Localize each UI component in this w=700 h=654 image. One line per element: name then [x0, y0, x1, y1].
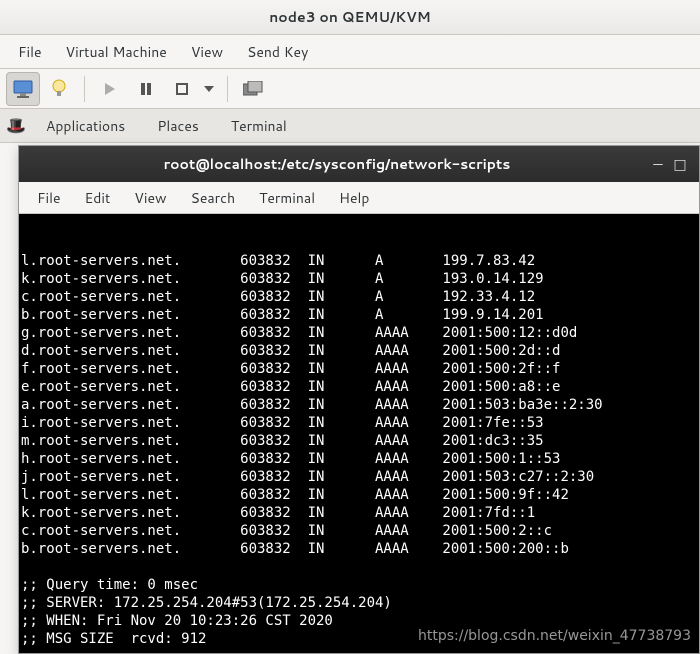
dns-record-line: k.root-servers.net. 603832 IN A 193.0.14…	[21, 270, 699, 288]
dns-record-line: k.root-servers.net. 603832 IN AAAA 2001:…	[21, 504, 699, 522]
desktop-applications[interactable]: Applications	[32, 112, 139, 140]
blank-line	[21, 648, 699, 653]
dns-record-line: c.root-servers.net. 603832 IN AAAA 2001:…	[21, 522, 699, 540]
vm-menu-view[interactable]: View	[179, 36, 235, 68]
dns-record-line: m.root-servers.net. 603832 IN AAAA 2001:…	[21, 432, 699, 450]
vm-toolbar	[0, 69, 700, 109]
dns-record-line: f.root-servers.net. 603832 IN AAAA 2001:…	[21, 360, 699, 378]
minimize-button[interactable]: —	[647, 153, 669, 175]
dns-record-line: a.root-servers.net. 603832 IN AAAA 2001:…	[21, 396, 699, 414]
details-button[interactable]	[42, 72, 76, 106]
terminal-menu-bar: File Edit View Search Terminal Help	[19, 182, 699, 214]
desktop-places[interactable]: Places	[143, 112, 213, 140]
dns-record-line: g.root-servers.net. 603832 IN AAAA 2001:…	[21, 324, 699, 342]
terminal-menu-search[interactable]: Search	[179, 183, 248, 213]
shutdown-dropdown[interactable]	[165, 72, 219, 106]
dig-footer-line: ;; WHEN: Fri Nov 20 10:23:26 CST 2020	[21, 612, 699, 630]
chevron-down-icon	[204, 86, 214, 92]
vm-menu-send-key[interactable]: Send Key	[235, 36, 320, 68]
dig-footer-line: ;; MSG SIZE rcvd: 912	[21, 630, 699, 648]
dns-record-line: d.root-servers.net. 603832 IN AAAA 2001:…	[21, 342, 699, 360]
terminal-menu-view[interactable]: View	[122, 183, 178, 213]
guest-desktop-bar: 🎩 Applications Places Terminal	[0, 109, 700, 143]
dns-record-line: b.root-servers.net. 603832 IN AAAA 2001:…	[21, 540, 699, 558]
terminal-title: root@localhost:/etc/sysconfig/network-sc…	[27, 154, 647, 174]
fullscreen-icon	[243, 81, 263, 97]
terminal-output[interactable]: l.root-servers.net. 603832 IN A 199.7.83…	[19, 214, 699, 653]
console-button[interactable]	[6, 72, 40, 106]
terminal-menu-terminal[interactable]: Terminal	[247, 183, 327, 213]
fullscreen-button[interactable]	[236, 72, 270, 106]
dns-record-line: j.root-servers.net. 603832 IN AAAA 2001:…	[21, 468, 699, 486]
dns-record-line: h.root-servers.net. 603832 IN AAAA 2001:…	[21, 450, 699, 468]
dns-record-line: e.root-servers.net. 603832 IN AAAA 2001:…	[21, 378, 699, 396]
vm-menu-file[interactable]: File	[6, 36, 54, 68]
vm-menu-virtual-machine[interactable]: Virtual Machine	[54, 36, 179, 68]
dns-record-line: i.root-servers.net. 603832 IN AAAA 2001:…	[21, 414, 699, 432]
toolbar-separator	[84, 76, 85, 102]
toolbar-separator-2	[227, 76, 228, 102]
terminal-menu-file[interactable]: File	[25, 183, 73, 213]
desktop-terminal[interactable]: Terminal	[217, 112, 301, 140]
redhat-icon: 🎩	[6, 114, 26, 137]
pause-button[interactable]	[129, 72, 163, 106]
vm-menu-bar: File Virtual Machine View Send Key	[0, 35, 700, 69]
terminal-window: root@localhost:/etc/sysconfig/network-sc…	[18, 145, 700, 654]
dns-record-line: l.root-servers.net. 603832 IN AAAA 2001:…	[21, 486, 699, 504]
vm-title: node3 on QEMU/KVM	[269, 7, 431, 27]
pause-icon	[139, 82, 153, 96]
monitor-icon	[13, 80, 33, 98]
terminal-menu-help[interactable]: Help	[327, 183, 381, 213]
run-button	[93, 72, 127, 106]
lightbulb-icon	[52, 79, 66, 99]
maximize-button[interactable]: □	[669, 153, 691, 175]
dns-record-line: l.root-servers.net. 603832 IN A 199.7.83…	[21, 252, 699, 270]
dig-footer-line: ;; Query time: 0 msec	[21, 576, 699, 594]
dns-record-line: c.root-servers.net. 603832 IN A 192.33.4…	[21, 288, 699, 306]
dig-footer-line: ;; SERVER: 172.25.254.204#53(172.25.254.…	[21, 594, 699, 612]
play-icon	[103, 82, 117, 96]
blank-line	[21, 558, 699, 576]
dns-record-line: b.root-servers.net. 603832 IN A 199.9.14…	[21, 306, 699, 324]
terminal-menu-edit[interactable]: Edit	[73, 183, 123, 213]
terminal-title-bar[interactable]: root@localhost:/etc/sysconfig/network-sc…	[19, 146, 699, 182]
vm-title-bar: node3 on QEMU/KVM	[0, 0, 700, 35]
power-icon	[174, 81, 190, 97]
